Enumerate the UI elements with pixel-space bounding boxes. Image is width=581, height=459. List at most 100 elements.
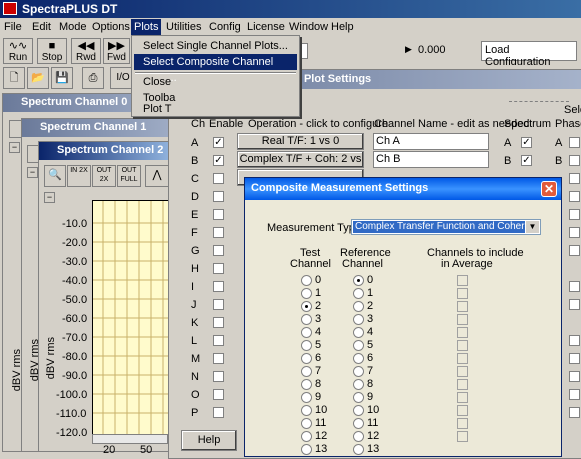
phase-checkbox-d[interactable]: [569, 191, 580, 202]
test-radio-10[interactable]: [301, 405, 312, 416]
measurement-type-select[interactable]: Complex Transfer Function and Coherence …: [351, 219, 541, 235]
phase-checkbox-g[interactable]: [569, 245, 580, 256]
composite-measurement-dialog[interactable]: Composite Measurement Settings ✕ Measure…: [244, 177, 562, 457]
operation-button-b[interactable]: Complex T/F + Coh: 2 vs 0: [237, 151, 364, 180]
peak-icon[interactable]: ⋀: [145, 165, 169, 187]
chevron-down-icon[interactable]: ▼: [526, 221, 539, 233]
menu-item-single-channel-plots[interactable]: Select Single Channel Plots...: [134, 38, 297, 54]
channel-name-field-a[interactable]: Ch A: [373, 133, 489, 150]
ref-radio-10[interactable]: [353, 405, 364, 416]
zoom-out-full-button[interactable]: OUT FULL: [117, 165, 141, 187]
measurement-dialog-titlebar[interactable]: Composite Measurement Settings ✕: [245, 178, 561, 200]
ref-radio-11[interactable]: [353, 418, 364, 429]
menu-window[interactable]: Window: [289, 21, 328, 33]
menu-file[interactable]: File: [4, 21, 22, 33]
test-radio-7[interactable]: [301, 366, 312, 377]
test-radio-11[interactable]: [301, 418, 312, 429]
enable-checkbox-i[interactable]: [213, 281, 224, 292]
collapse-icon[interactable]: −: [27, 167, 38, 178]
close-icon[interactable]: ✕: [541, 181, 557, 197]
menu-config[interactable]: Config: [209, 21, 241, 33]
horizontal-scrollbar[interactable]: [92, 434, 168, 444]
forward-button[interactable]: ▶▶ Fwd: [103, 38, 130, 64]
phase-checkbox-n[interactable]: [569, 371, 580, 382]
ref-radio-6[interactable]: [353, 353, 364, 364]
menu-plots[interactable]: Plots: [131, 19, 162, 35]
phase-checkbox-i[interactable]: [569, 281, 580, 292]
test-radio-8[interactable]: [301, 379, 312, 390]
ref-radio-7[interactable]: [353, 366, 364, 377]
play-arrow-icon[interactable]: ▶: [405, 44, 412, 55]
ref-radio-9[interactable]: [353, 392, 364, 403]
test-radio-6[interactable]: [301, 353, 312, 364]
print-icon[interactable]: ⎙: [82, 67, 104, 89]
ref-radio-2[interactable]: [353, 301, 364, 312]
ref-radio-5[interactable]: [353, 340, 364, 351]
load-configuration-field[interactable]: Load Configuration: [481, 41, 577, 68]
phase-checkbox-e[interactable]: [569, 209, 580, 220]
magnifier-icon[interactable]: 🔍: [44, 165, 66, 187]
menu-options[interactable]: Options: [92, 21, 130, 33]
enable-checkbox-l[interactable]: [213, 335, 224, 346]
enable-checkbox-e[interactable]: [213, 209, 224, 220]
ref-radio-3[interactable]: [353, 314, 364, 325]
phase-checkbox-b[interactable]: [569, 155, 580, 166]
test-radio-5[interactable]: [301, 340, 312, 351]
ref-radio-8[interactable]: [353, 379, 364, 390]
save-icon[interactable]: 💾: [51, 67, 73, 89]
operation-button-a[interactable]: Real T/F: 1 vs 0: [237, 133, 364, 150]
spectrum-checkbox-b[interactable]: ✓: [521, 155, 532, 166]
stop-button[interactable]: ■ Stop: [37, 38, 67, 64]
phase-checkbox-a[interactable]: [569, 137, 580, 148]
enable-checkbox-d[interactable]: [213, 191, 224, 202]
enable-checkbox-b[interactable]: ✓: [213, 155, 224, 166]
spectrum-checkbox-a[interactable]: ✓: [521, 137, 532, 148]
test-radio-2[interactable]: [301, 301, 312, 312]
rewind-button[interactable]: ◀◀ Rwd: [71, 38, 101, 64]
menu-help[interactable]: Help: [331, 21, 354, 33]
menu-item-close[interactable]: Close: [134, 74, 171, 90]
menu-edit[interactable]: Edit: [32, 21, 51, 33]
enable-checkbox-p[interactable]: [213, 407, 224, 418]
open-folder-icon[interactable]: 📂: [27, 67, 49, 89]
enable-checkbox-a[interactable]: ✓: [213, 137, 224, 148]
phase-checkbox-m[interactable]: [569, 353, 580, 364]
phase-checkbox-l[interactable]: [569, 335, 580, 346]
enable-checkbox-o[interactable]: [213, 389, 224, 400]
ref-radio-12[interactable]: [353, 431, 364, 442]
enable-checkbox-k[interactable]: [213, 317, 224, 328]
ref-radio-1[interactable]: [353, 288, 364, 299]
enable-checkbox-j[interactable]: [213, 299, 224, 310]
menu-utilities[interactable]: Utilities: [166, 21, 201, 33]
help-button[interactable]: Help: [181, 430, 237, 451]
spectrum-channel-1-titlebar[interactable]: Spectrum Channel 1: [22, 119, 191, 137]
test-radio-3[interactable]: [301, 314, 312, 325]
test-radio-0[interactable]: [301, 275, 312, 286]
test-radio-12[interactable]: [301, 431, 312, 442]
test-radio-9[interactable]: [301, 392, 312, 403]
menu-item-plot[interactable]: Plot T: [134, 103, 172, 115]
enable-checkbox-m[interactable]: [213, 353, 224, 364]
phase-checkbox-f[interactable]: [569, 227, 580, 238]
menu-license[interactable]: License: [247, 21, 285, 33]
ref-radio-13[interactable]: [353, 444, 364, 455]
run-button[interactable]: ∿∿ Run: [3, 38, 33, 64]
ref-radio-4[interactable]: [353, 327, 364, 338]
enable-checkbox-h[interactable]: [213, 263, 224, 274]
collapse-icon[interactable]: −: [44, 192, 55, 203]
test-radio-4[interactable]: [301, 327, 312, 338]
enable-checkbox-c[interactable]: [213, 173, 224, 184]
zoom-out-2x-button[interactable]: OUT 2X: [92, 165, 116, 187]
phase-checkbox-p[interactable]: [569, 407, 580, 418]
menu-mode[interactable]: Mode: [59, 21, 87, 33]
test-radio-13[interactable]: [301, 444, 312, 455]
enable-checkbox-g[interactable]: [213, 245, 224, 256]
zoom-in-2x-button[interactable]: IN 2X: [67, 165, 91, 187]
phase-checkbox-c[interactable]: [569, 173, 580, 184]
test-radio-1[interactable]: [301, 288, 312, 299]
phase-checkbox-o[interactable]: [569, 389, 580, 400]
phase-checkbox-j[interactable]: [569, 299, 580, 310]
enable-checkbox-n[interactable]: [213, 371, 224, 382]
new-icon[interactable]: 🗋: [3, 67, 25, 89]
channel-name-field-b[interactable]: Ch B: [373, 151, 489, 168]
